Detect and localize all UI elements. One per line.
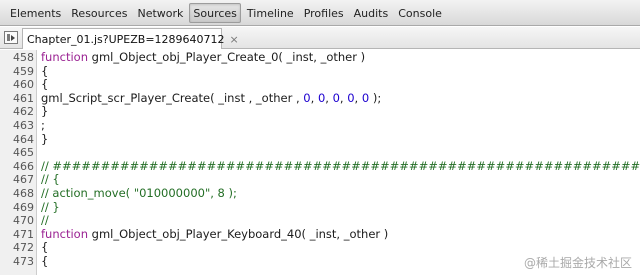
line-source: function gml_Object_obj_Player_Keyboard_… — [41, 226, 389, 242]
code-line: 472 { — [0, 241, 640, 255]
line-source: // } — [41, 199, 60, 215]
line-source: { — [41, 63, 49, 79]
line-number: 462 — [13, 105, 34, 119]
tab-console[interactable]: Console — [394, 3, 446, 23]
line-number: 468 — [13, 187, 34, 200]
line-number: 467 — [13, 173, 34, 187]
navigator-toggle-icon[interactable] — [4, 31, 18, 44]
line-number: 469 — [13, 200, 34, 214]
code-line: 463; — [0, 118, 640, 133]
code-token: } — [41, 104, 49, 119]
code-token: gml_Script_scr_Player_Create( _inst , _o… — [41, 90, 304, 105]
code-token: 0 — [303, 90, 311, 105]
code-token: 0 — [332, 90, 340, 105]
line-number: 464 — [13, 132, 34, 146]
code-token: 0 — [347, 90, 355, 105]
line-source: // — [41, 213, 49, 228]
code-line: 466 // ##################################… — [0, 158, 640, 174]
code-line: 459 { — [0, 63, 640, 79]
code-line: 462} — [0, 105, 640, 119]
code-token: // } — [41, 199, 60, 214]
code-line: 468 // action_move( "010000000", 8 ); — [0, 186, 640, 201]
line-number: 465 — [13, 146, 34, 160]
code-line: 458 function gml_Object_obj_Player_Create… — [0, 50, 640, 65]
line-source: gml_Script_scr_Player_Create( _inst , _o… — [41, 90, 382, 106]
line-source: } — [41, 105, 48, 119]
tab-profiles[interactable]: Profiles — [300, 3, 348, 23]
code-line: 460 { — [0, 77, 640, 92]
code-token: { — [41, 254, 49, 268]
devtools-toolbar: Elements Resources Network Sources Timeline P… — [0, 0, 640, 26]
code-token: , — [325, 90, 333, 105]
line-number: 458 — [13, 51, 34, 64]
file-tab-label: Chapter_01.js?UPEZB=1289640712 — [27, 32, 225, 46]
line-source: { — [41, 77, 49, 92]
code-line: 470 // — [0, 213, 640, 228]
line-number: 460 — [13, 78, 34, 92]
line-source: function gml_Object_obj_Player_Create_0(… — [41, 50, 366, 65]
code-token: { — [41, 77, 49, 92]
tab-network[interactable]: Network — [133, 3, 187, 23]
code-token: // #####################################… — [41, 158, 640, 173]
line-number: 470 — [13, 214, 34, 228]
code-line: 471 function gml_Object_obj_Player_Keyboa… — [0, 226, 640, 242]
tab-resources[interactable]: Resources — [67, 3, 131, 23]
code-token: { — [41, 240, 49, 255]
code-token: // — [41, 213, 49, 228]
line-source: // action_move( "010000000", 8 ); — [41, 186, 237, 201]
code-token: // action_move( "010000000", 8 ); — [41, 186, 237, 200]
code-token: gml_Object_obj_Player_Keyboard_40( _inst… — [87, 226, 389, 241]
code-token: gml_Object_obj_Player_Create_0( _inst, _… — [87, 50, 366, 64]
line-number: 466 — [13, 159, 34, 173]
file-tab[interactable]: Chapter_01.js?UPEZB=1289640712 × — [22, 28, 239, 49]
code-line: 467 // { — [0, 173, 640, 187]
code-token: { — [41, 63, 49, 78]
code-token: ; — [41, 118, 45, 132]
line-number: 473 — [13, 255, 34, 268]
tab-timeline[interactable]: Timeline — [243, 3, 298, 23]
line-source: ; — [41, 118, 45, 133]
line-source: // { — [41, 173, 60, 187]
code-token: function — [41, 226, 88, 241]
code-token: // { — [41, 172, 60, 187]
line-number: 459 — [13, 64, 34, 78]
code-line: 469 // } — [0, 199, 640, 215]
line-source: { — [41, 241, 48, 255]
line-number: 471 — [13, 227, 34, 241]
tab-sources[interactable]: Sources — [189, 2, 241, 23]
close-icon[interactable]: × — [230, 34, 239, 45]
code-token: function — [41, 50, 88, 64]
code-token: , — [354, 90, 362, 105]
code-line: 465 — [0, 146, 640, 160]
watermark: @稀土掘金技术社区 — [523, 256, 632, 270]
code-line: 464} — [0, 131, 640, 147]
code-line: 461 gml_Script_scr_Player_Create( _inst ,… — [0, 90, 640, 106]
code-token: ); — [369, 90, 382, 105]
tab-audits[interactable]: Audits — [350, 3, 393, 23]
line-number: 472 — [13, 241, 34, 255]
code-editor[interactable]: 458 function gml_Object_obj_Player_Create… — [0, 50, 640, 275]
tab-elements[interactable]: Elements — [6, 3, 65, 23]
line-number: 461 — [13, 91, 34, 105]
line-source: } — [41, 131, 49, 147]
line-source: // #####################################… — [41, 158, 640, 174]
line-number: 463 — [13, 119, 34, 132]
file-tab-bar: Chapter_01.js?UPEZB=1289640712 × — [0, 27, 640, 49]
code-token: } — [41, 131, 49, 146]
line-source: { — [41, 254, 49, 269]
code-token: , — [310, 90, 318, 105]
